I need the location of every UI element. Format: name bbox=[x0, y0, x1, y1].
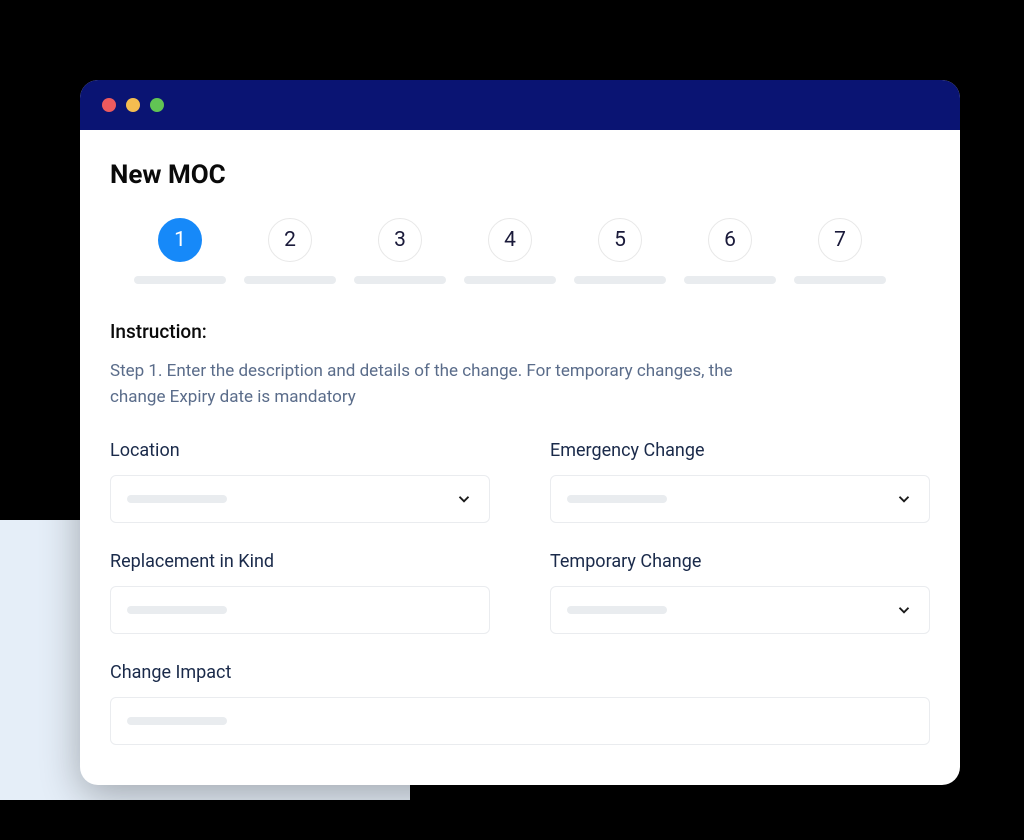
location-field: Location bbox=[110, 440, 490, 523]
field-label: Location bbox=[110, 440, 490, 461]
placeholder-skeleton bbox=[567, 495, 667, 503]
location-select[interactable] bbox=[110, 475, 490, 523]
field-label: Temporary Change bbox=[550, 551, 930, 572]
placeholder-skeleton bbox=[567, 606, 667, 614]
step-2[interactable]: 2 bbox=[244, 218, 336, 284]
step-bar bbox=[574, 276, 666, 284]
step-circle: 3 bbox=[378, 218, 422, 262]
instruction-text: Step 1. Enter the description and detail… bbox=[110, 359, 770, 410]
step-1[interactable]: 1 bbox=[134, 218, 226, 284]
step-circle: 7 bbox=[818, 218, 862, 262]
instruction-heading: Instruction: bbox=[110, 320, 930, 343]
temporary-change-select[interactable] bbox=[550, 586, 930, 634]
field-label: Change Impact bbox=[110, 662, 930, 683]
page-title: New MOC bbox=[110, 160, 930, 190]
step-circle: 1 bbox=[158, 218, 202, 262]
minimize-icon[interactable] bbox=[126, 98, 140, 112]
window-content: New MOC 1 2 3 4 5 6 bbox=[80, 130, 960, 785]
field-label: Emergency Change bbox=[550, 440, 930, 461]
emergency-change-field: Emergency Change bbox=[550, 440, 930, 523]
chevron-down-icon bbox=[895, 601, 913, 619]
maximize-icon[interactable] bbox=[150, 98, 164, 112]
step-bar bbox=[684, 276, 776, 284]
step-7[interactable]: 7 bbox=[794, 218, 886, 284]
step-circle: 5 bbox=[598, 218, 642, 262]
app-window: New MOC 1 2 3 4 5 6 bbox=[80, 80, 960, 785]
placeholder-skeleton bbox=[127, 495, 227, 503]
chevron-down-icon bbox=[895, 490, 913, 508]
close-icon[interactable] bbox=[102, 98, 116, 112]
change-impact-input[interactable] bbox=[110, 697, 930, 745]
chevron-down-icon bbox=[455, 490, 473, 508]
replacement-in-kind-field: Replacement in Kind bbox=[110, 551, 490, 634]
window-titlebar bbox=[80, 80, 960, 130]
change-impact-field: Change Impact bbox=[110, 662, 930, 745]
emergency-change-select[interactable] bbox=[550, 475, 930, 523]
step-3[interactable]: 3 bbox=[354, 218, 446, 284]
placeholder-skeleton bbox=[127, 717, 227, 725]
field-label: Replacement in Kind bbox=[110, 551, 490, 572]
step-bar bbox=[134, 276, 226, 284]
step-4[interactable]: 4 bbox=[464, 218, 556, 284]
step-bar bbox=[794, 276, 886, 284]
step-5[interactable]: 5 bbox=[574, 218, 666, 284]
temporary-change-field: Temporary Change bbox=[550, 551, 930, 634]
replacement-in-kind-input[interactable] bbox=[110, 586, 490, 634]
step-circle: 2 bbox=[268, 218, 312, 262]
step-bar bbox=[244, 276, 336, 284]
step-bar bbox=[464, 276, 556, 284]
step-circle: 6 bbox=[708, 218, 752, 262]
placeholder-skeleton bbox=[127, 606, 227, 614]
form-grid: Location Emergency Change Replacement in… bbox=[110, 440, 930, 745]
stepper: 1 2 3 4 5 6 7 bbox=[110, 218, 930, 284]
step-6[interactable]: 6 bbox=[684, 218, 776, 284]
step-bar bbox=[354, 276, 446, 284]
step-circle: 4 bbox=[488, 218, 532, 262]
